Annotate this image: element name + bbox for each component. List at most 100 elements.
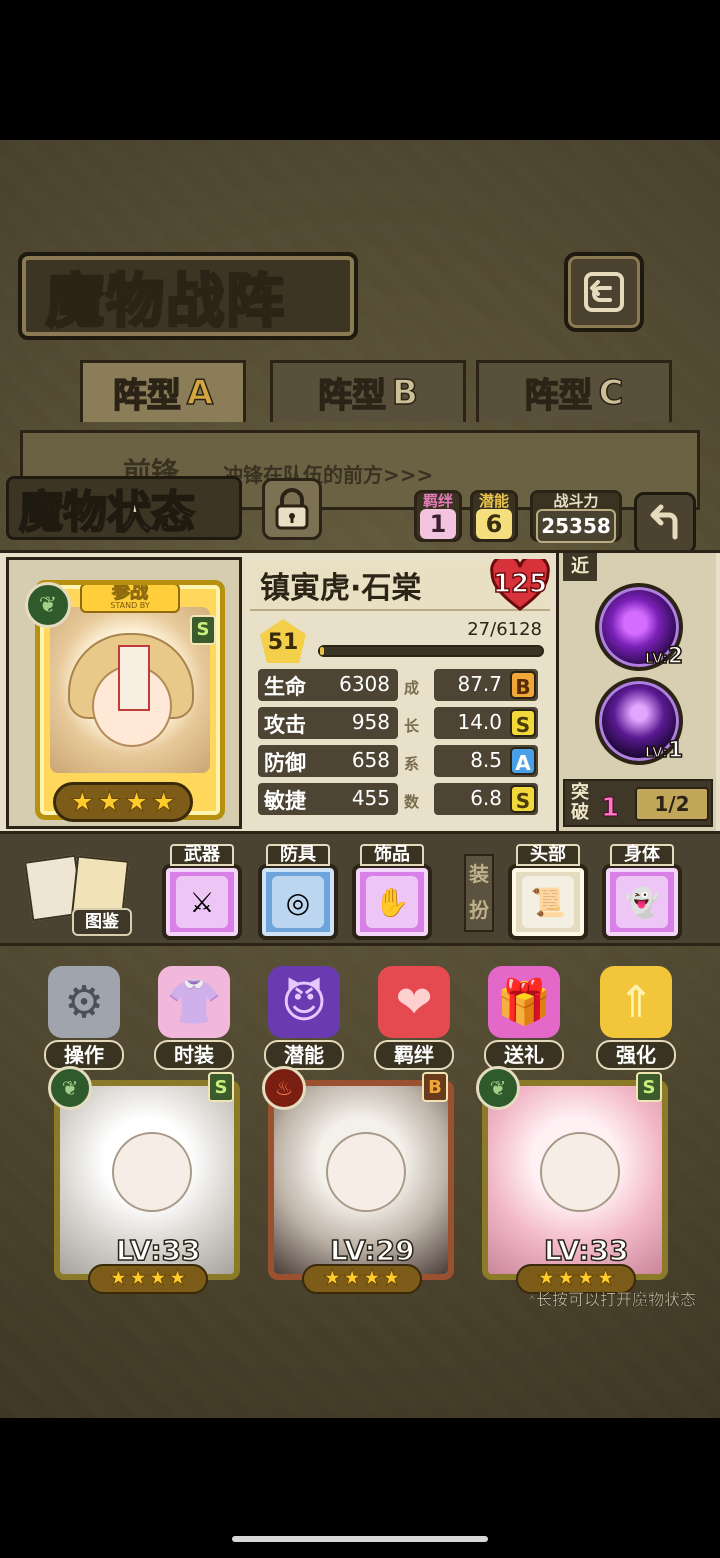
gift-button[interactable]: 🎁 送礼 [478, 966, 570, 1072]
breakthrough-box[interactable]: 突破 1 1/2 [563, 779, 713, 827]
character-portrait [50, 607, 210, 773]
skill-shadow-button[interactable]: LV:1 [595, 677, 684, 765]
tab-letter: B [391, 372, 418, 414]
action-label: 时装 [154, 1040, 234, 1070]
power-value: 25358 [536, 509, 616, 543]
stat-growth-box: 87.7 B [434, 669, 538, 701]
equipment-row: 图鉴 ⚔ 武器 ◎ 防具 ✋ 饰品 装扮 📜 头部 👻 身体 [0, 834, 720, 946]
stat-value: 455 [351, 786, 390, 810]
exp-bar [318, 645, 544, 657]
team-portrait-face [540, 1132, 620, 1212]
head-slot[interactable]: 📜 头部 [508, 844, 588, 940]
skill-level: LV:1 [644, 737, 684, 764]
bond-box[interactable]: 羁绊 1 [414, 490, 462, 542]
head-frame: 📜 [508, 864, 588, 940]
rank-badge: S [190, 615, 216, 645]
star-icon: ★ [69, 785, 95, 818]
codex-label: 图鉴 [72, 908, 132, 936]
stat-row-hp: 生命 6308 成 87.7 B [258, 669, 548, 703]
weapon-slot[interactable]: ⚔ 武器 [162, 844, 242, 940]
leaf-element-icon: ❦ [48, 1066, 92, 1110]
team-portrait-face [326, 1132, 406, 1212]
lock-button[interactable] [262, 478, 322, 540]
skill-vortex-button[interactable]: LV:2 [595, 583, 684, 671]
team-card-frame: LV:33 [54, 1080, 240, 1280]
skill-level-value: 2 [667, 643, 684, 670]
home-indicator[interactable] [232, 1536, 488, 1542]
arrows-up-icon: ⇑ [600, 966, 672, 1038]
skill-level-label: LV: [644, 650, 668, 668]
team-card-frame: LV:29 [268, 1080, 454, 1280]
back-button[interactable] [634, 492, 696, 554]
stat-row-defense: 防御 658 系 8.5 A [258, 745, 548, 779]
skill-level: LV:2 [644, 643, 684, 670]
game-screen: 魔物战阵 阵型A 阵型B 阵型C 前锋 冲锋在队伍的前方>>> 魔物状态 [0, 140, 720, 1418]
star-icon: ★ [108, 1266, 129, 1291]
team-rank-badge: S [208, 1072, 234, 1102]
armor-slot[interactable]: ◎ 防具 [258, 844, 338, 940]
level-row: 51 27/6128 [258, 619, 548, 663]
stat-label: 防御 [264, 751, 306, 775]
star-icon: ★ [151, 785, 177, 818]
exit-button[interactable] [564, 252, 644, 332]
team-member-card[interactable]: LV:33 ❦ S ★ ★ ★ ★ [48, 1066, 240, 1294]
talisman-icon [118, 645, 150, 711]
enhance-button[interactable]: ⇑ 强化 [590, 966, 682, 1072]
potential-box[interactable]: 潜能 6 [470, 490, 518, 542]
talisman-icon: 📜 [522, 876, 574, 928]
team-member-card[interactable]: LV:33 ❦ S ★ ★ ★ ★ [476, 1066, 668, 1294]
breakthrough-value: 1 [600, 793, 620, 824]
stat-label-box: 敏捷 455 [258, 783, 398, 815]
standby-banner: 参战 STAND BY [80, 585, 180, 613]
page-title-plate: 魔物战阵 [18, 252, 358, 340]
skill-level-value: 1 [667, 737, 684, 764]
ghost-icon: 👻 [616, 876, 668, 928]
action-bar: ⚙ 操作 👚 时装 😈 潜能 ❤ 羁绊 🎁 送礼 ⇑ 强化 [0, 966, 720, 1076]
outfit-icon: 👚 [158, 966, 230, 1038]
character-name: 镇寅虎·石棠 [260, 571, 422, 606]
spear-icon: ⚔ [176, 876, 228, 928]
breakthrough-label: 突破 [571, 782, 589, 823]
stat-growth: 8.5 [470, 748, 502, 772]
tab-formation-a[interactable]: 阵型 A [80, 360, 246, 422]
accessory-slot[interactable]: ✋ 饰品 [352, 844, 432, 940]
head-label: 头部 [516, 844, 580, 866]
leaf-element-icon: ❦ [25, 582, 71, 628]
grade-badge: A [510, 747, 536, 775]
stat-row-attack: 攻击 958 长 14.0 S [258, 707, 548, 741]
fire-element-icon: ♨ [262, 1066, 306, 1110]
star-icon: ★ [342, 1266, 363, 1291]
stat-growth-box: 14.0 S [434, 707, 538, 739]
power-box: 战斗力 25358 [530, 490, 622, 543]
potential-button[interactable]: 😈 潜能 [258, 966, 350, 1072]
exp-text: 27/6128 [467, 619, 542, 640]
breakthrough-progress: 1/2 [635, 787, 709, 821]
page-title: 魔物战阵 [44, 266, 287, 337]
codex-button[interactable]: 图鉴 [24, 848, 132, 936]
tab-formation-b[interactable]: 阵型 B [270, 360, 466, 422]
team-level: LV:29 [329, 1233, 415, 1268]
growth-char: 系 [404, 755, 420, 773]
body-slot[interactable]: 👻 身体 [602, 844, 682, 940]
star-icon: ★ [362, 1266, 383, 1291]
team-member-card[interactable]: LV:29 ♨ B ★ ★ ★ ★ [262, 1066, 454, 1294]
exp-bar-fill [320, 647, 325, 655]
team-star-rating: ★ ★ ★ ★ [302, 1264, 422, 1294]
lock-icon [275, 488, 309, 530]
stat-label-box: 生命 6308 [258, 669, 398, 701]
tab-formation-c[interactable]: 阵型 C [476, 360, 672, 422]
star-rating: ★ ★ ★ ★ [53, 782, 193, 822]
bond-label: 羁绊 [422, 492, 453, 510]
monster-status-panel: 参战 STAND BY S ❦ ★ ★ ★ ★ 镇寅虎·石棠 125 51 27… [0, 550, 720, 834]
grade-badge: S [510, 709, 536, 737]
outfit-button[interactable]: 👚 时装 [148, 966, 240, 1072]
team-star-rating: ★ ★ ★ ★ [88, 1264, 208, 1294]
potential-label: 潜能 [478, 492, 509, 510]
operate-button[interactable]: ⚙ 操作 [38, 966, 130, 1072]
formation-tabs: 阵型 A 阵型 B 阵型 C [10, 360, 710, 430]
tab-letter: C [598, 372, 624, 414]
bond-button[interactable]: ❤ 羁绊 [368, 966, 460, 1072]
return-arrow-icon [650, 504, 678, 540]
action-label: 操作 [44, 1040, 124, 1070]
stat-value: 658 [351, 748, 390, 772]
